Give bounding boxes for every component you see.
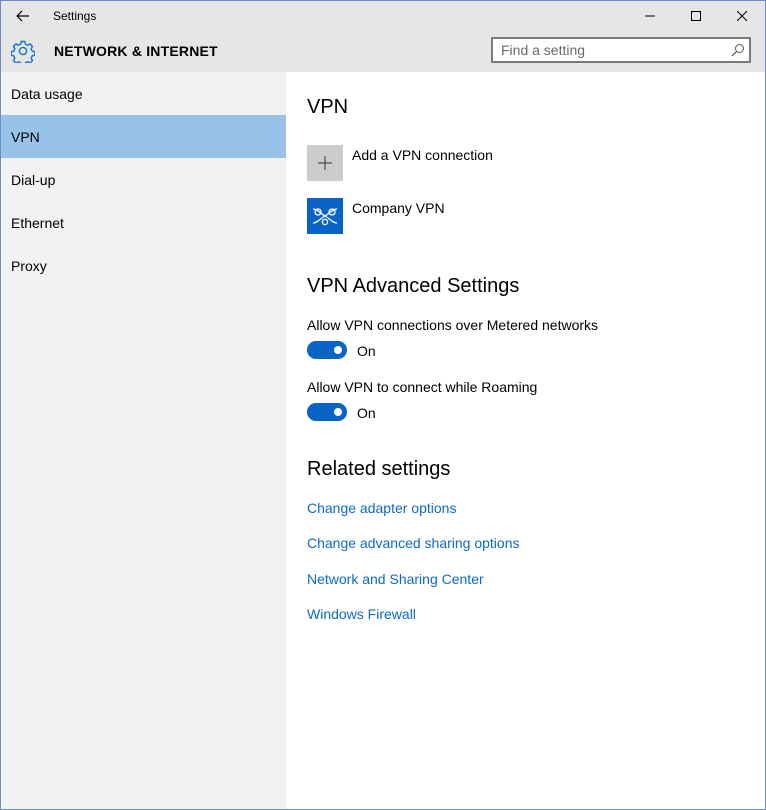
sidebar-item-label: Proxy xyxy=(11,257,47,274)
vpn-heading: VPN xyxy=(307,96,349,118)
search-icon[interactable] xyxy=(731,43,745,57)
section-title: NETWORK & INTERNET xyxy=(54,43,218,59)
windows-firewall-link[interactable]: Windows Firewall xyxy=(307,606,416,622)
window-controls xyxy=(627,1,765,31)
sidebar-item-label: Data usage xyxy=(11,85,83,102)
sidebar-item-proxy[interactable]: Proxy xyxy=(1,244,286,287)
metered-toggle-state: On xyxy=(357,343,376,359)
vpn-network-icon xyxy=(312,208,338,226)
metered-setting-label: Allow VPN connections over Metered netwo… xyxy=(307,317,599,333)
settings-window: Settings NETWORK & INTERNET Find a setti… xyxy=(0,0,766,810)
window-title: Settings xyxy=(53,9,97,23)
add-vpn-button[interactable] xyxy=(307,145,343,181)
search-box[interactable] xyxy=(491,37,751,63)
change-adapter-options-link[interactable]: Change adapter options xyxy=(307,500,456,516)
sidebar-item-label: Ethernet xyxy=(11,214,64,231)
metered-toggle[interactable] xyxy=(307,341,347,359)
toggle-knob xyxy=(334,346,342,354)
related-settings-heading: Related settings xyxy=(307,458,451,480)
network-sharing-center-link[interactable]: Network and Sharing Center xyxy=(307,571,484,587)
sidebar-item-vpn[interactable]: VPN xyxy=(1,115,286,158)
add-vpn-label[interactable]: Add a VPN connection xyxy=(352,147,493,163)
sidebar-item-label: Dial-up xyxy=(11,171,56,188)
company-vpn-label[interactable]: Company VPN xyxy=(352,200,445,216)
plus-icon xyxy=(318,156,332,170)
title-bar: Settings xyxy=(1,1,765,31)
back-button[interactable] xyxy=(1,1,45,31)
roaming-toggle[interactable] xyxy=(307,403,347,421)
advanced-heading: VPN Advanced Settings xyxy=(307,275,520,297)
sidebar: Data usage VPN Dial-up Ethernet Proxy xyxy=(1,72,286,809)
sidebar-item-label: VPN xyxy=(11,128,40,145)
minimize-icon xyxy=(645,15,655,17)
minimize-button[interactable] xyxy=(627,1,673,31)
roaming-toggle-state: On xyxy=(357,405,376,421)
company-vpn-tile[interactable] xyxy=(307,198,343,234)
sidebar-item-data-usage[interactable]: Data usage xyxy=(1,72,286,115)
sidebar-item-ethernet[interactable]: Ethernet xyxy=(1,201,286,244)
sidebar-item-dial-up[interactable]: Dial-up xyxy=(1,158,286,201)
gear-icon xyxy=(11,40,35,63)
search-input[interactable] xyxy=(493,39,733,61)
main-content: VPN Add a VPN connection Company VPN VPN… xyxy=(286,72,765,809)
close-button[interactable] xyxy=(719,1,765,31)
back-arrow-icon xyxy=(16,10,29,22)
close-icon xyxy=(737,11,747,21)
maximize-icon xyxy=(691,11,701,21)
roaming-setting-label: Allow VPN to connect while Roaming xyxy=(307,379,538,395)
change-advanced-sharing-link[interactable]: Change advanced sharing options xyxy=(307,535,520,551)
toggle-knob xyxy=(334,408,342,416)
settings-header: NETWORK & INTERNET xyxy=(1,31,765,72)
maximize-button[interactable] xyxy=(673,1,719,31)
